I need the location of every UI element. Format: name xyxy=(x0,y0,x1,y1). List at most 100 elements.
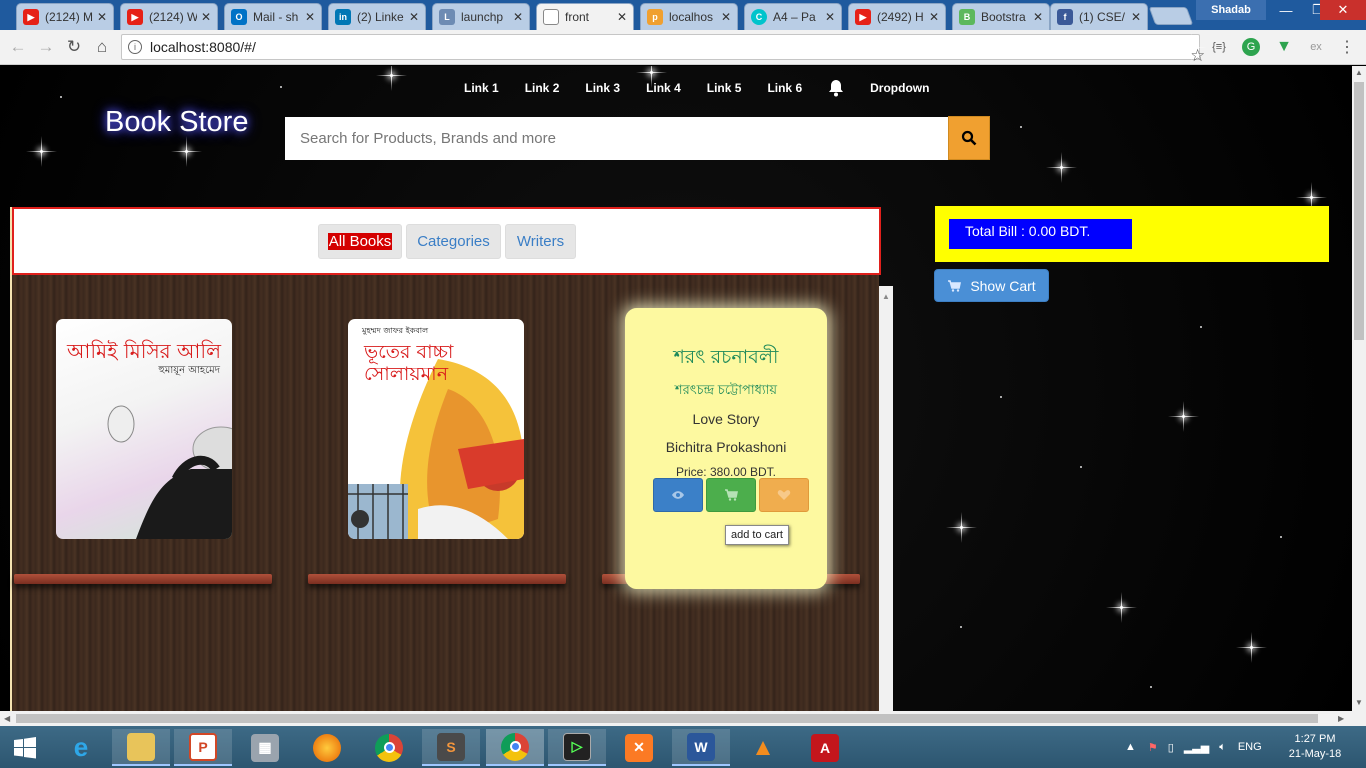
folder-icon xyxy=(127,732,155,761)
search-icon xyxy=(961,130,977,146)
bell-icon[interactable] xyxy=(828,79,844,97)
shelf-scrollbar[interactable]: ▲ xyxy=(879,286,893,711)
nav-link-5[interactable]: Link 5 xyxy=(707,81,742,95)
add-to-cart-button[interactable] xyxy=(706,478,756,512)
taskbar-acrobat[interactable]: A xyxy=(796,729,854,766)
info-icon[interactable]: i xyxy=(128,40,142,54)
close-icon[interactable]: ✕ xyxy=(1033,10,1043,24)
close-icon[interactable]: ✕ xyxy=(409,10,419,24)
forward-icon[interactable]: → xyxy=(34,35,58,59)
json-extension-icon[interactable]: {≡} xyxy=(1210,38,1228,56)
taskbar-xampp[interactable]: ✕ xyxy=(610,729,668,766)
back-icon[interactable]: ← xyxy=(6,35,30,59)
scroll-thumb[interactable] xyxy=(1354,82,1364,340)
browser-tab[interactable]: ▶ (2124) M ✕ xyxy=(16,3,114,30)
browser-tab[interactable]: Llaunchp ✕ xyxy=(432,3,530,30)
filter-tabs: All Books Categories Writers xyxy=(12,207,881,275)
bookmark-star-icon[interactable]: ☆ xyxy=(1176,31,1207,65)
browser-tab[interactable]: B Bootstra ✕ xyxy=(952,3,1050,30)
url-text: localhost:8080/#/ xyxy=(150,39,256,55)
home-icon[interactable]: ⌂ xyxy=(90,35,114,59)
phpmyadmin-icon: p xyxy=(647,9,663,25)
taskbar-terminal[interactable]: ▷ xyxy=(548,729,606,766)
vue-devtools-icon[interactable]: ▼ xyxy=(1275,38,1293,56)
close-icon[interactable]: ✕ xyxy=(513,10,523,24)
taskbar-sublime-text[interactable]: S xyxy=(422,729,480,766)
cart-icon xyxy=(725,489,738,501)
menu-icon[interactable]: ⋮ xyxy=(1338,38,1356,56)
taskbar-calculator[interactable]: ▦ xyxy=(236,729,294,766)
dropdown-menu[interactable]: Dropdown xyxy=(870,81,929,95)
scroll-up-icon[interactable]: ▲ xyxy=(882,292,890,301)
scroll-down-icon[interactable]: ▼ xyxy=(1355,698,1363,707)
taskbar-chrome-active[interactable] xyxy=(486,729,544,766)
word-icon: W xyxy=(687,732,715,761)
browser-tab[interactable]: ▶ (2124) W ✕ xyxy=(120,3,218,30)
browser-tab[interactable]: f (1) CSE/✕ xyxy=(1050,3,1148,30)
taskbar-chrome[interactable] xyxy=(360,729,418,766)
youtube-icon: ▶ xyxy=(855,9,871,25)
browser-tab[interactable]: O Mail - sh ✕ xyxy=(224,3,322,30)
taskbar-powerpoint[interactable]: P xyxy=(174,729,232,766)
book-cover[interactable]: আমিই মিসির আলি হুমায়ূন আহমেদ xyxy=(56,319,232,539)
ex-extension-icon[interactable]: ex xyxy=(1307,38,1325,56)
favorite-button[interactable] xyxy=(759,478,809,512)
search-input[interactable] xyxy=(285,117,948,160)
close-icon[interactable]: ✕ xyxy=(97,10,107,24)
shelf-board xyxy=(308,574,566,584)
nav-link-3[interactable]: Link 3 xyxy=(585,81,620,95)
close-icon[interactable]: ✕ xyxy=(929,10,939,24)
start-button[interactable] xyxy=(0,729,50,766)
close-icon[interactable]: ✕ xyxy=(721,10,731,24)
close-icon[interactable]: ✕ xyxy=(305,10,315,24)
taskbar-firefox[interactable] xyxy=(298,729,356,766)
volume-icon[interactable]: 🔈︎ xyxy=(1219,741,1226,754)
close-icon[interactable]: ✕ xyxy=(617,10,627,24)
page-horizontal-scrollbar[interactable]: ◀ ▶ xyxy=(0,711,1366,726)
taskbar-internet-explorer[interactable]: e xyxy=(52,729,110,766)
address-bar[interactable]: i localhost:8080/#/ ☆ xyxy=(121,31,1207,65)
browser-tab[interactable]: p localhos ✕ xyxy=(640,3,738,30)
grammarly-icon[interactable]: G xyxy=(1242,38,1260,56)
scroll-thumb[interactable] xyxy=(16,714,1318,723)
taskbar-vlc[interactable]: ▲ xyxy=(734,729,792,766)
signal-icon[interactable]: ▂▃▅ xyxy=(1184,741,1209,754)
browser-tab-active[interactable]: front ✕ xyxy=(536,3,634,30)
show-cart-button[interactable]: Show Cart xyxy=(934,269,1049,302)
nav-link-4[interactable]: Link 4 xyxy=(646,81,681,95)
page-icon xyxy=(543,9,559,25)
scroll-right-icon[interactable]: ▶ xyxy=(1338,714,1344,723)
book-cover[interactable]: মুহম্মদ জাফর ইকবাল ভূতের বাচ্চা সোলায়মা… xyxy=(348,319,524,539)
profile-button[interactable]: Shadab xyxy=(1196,0,1266,20)
taskbar-file-explorer[interactable] xyxy=(112,729,170,766)
window-close-button[interactable]: ✕ xyxy=(1320,0,1366,20)
browser-tab[interactable]: in (2) Linke ✕ xyxy=(328,3,426,30)
search-button[interactable] xyxy=(948,116,990,160)
book-detail-card[interactable]: শরৎ রচনাবলী শরৎচন্দ্র চট্টোপাধ্যায় Love… xyxy=(625,308,827,589)
view-button[interactable] xyxy=(653,478,703,512)
nav-link-6[interactable]: Link 6 xyxy=(767,81,802,95)
taskbar-word[interactable]: W xyxy=(672,729,730,766)
new-tab-button[interactable] xyxy=(1148,7,1194,25)
browser-tab[interactable]: ▶ (2492) H ✕ xyxy=(848,3,946,30)
browser-tab[interactable]: C A4 – Pa ✕ xyxy=(744,3,842,30)
tab-categories[interactable]: Categories xyxy=(406,224,501,259)
battery-icon[interactable]: ▯ xyxy=(1168,741,1174,754)
language-indicator[interactable]: ENG xyxy=(1238,741,1262,753)
reload-icon[interactable]: ↻ xyxy=(62,35,86,59)
brand-logo[interactable]: Book Store xyxy=(105,106,248,139)
close-icon[interactable]: ✕ xyxy=(1131,10,1141,24)
clock[interactable]: 1:27 PM 21-May-18 xyxy=(1284,732,1346,762)
scroll-left-icon[interactable]: ◀ xyxy=(4,714,10,723)
close-icon[interactable]: ✕ xyxy=(201,10,211,24)
nav-link-1[interactable]: Link 1 xyxy=(464,81,499,95)
close-icon[interactable]: ✕ xyxy=(825,10,835,24)
network-error-icon[interactable]: ⚑ xyxy=(1148,741,1158,754)
tab-writers[interactable]: Writers xyxy=(505,224,576,259)
minimize-button[interactable]: — xyxy=(1270,0,1302,20)
scroll-up-icon[interactable]: ▲ xyxy=(1355,68,1363,77)
page-vertical-scrollbar[interactable]: ▲ ▼ xyxy=(1352,66,1366,711)
nav-link-2[interactable]: Link 2 xyxy=(525,81,560,95)
tab-all-books[interactable]: All Books xyxy=(318,224,402,259)
tray-expand-icon[interactable]: ▲ xyxy=(1125,741,1136,753)
